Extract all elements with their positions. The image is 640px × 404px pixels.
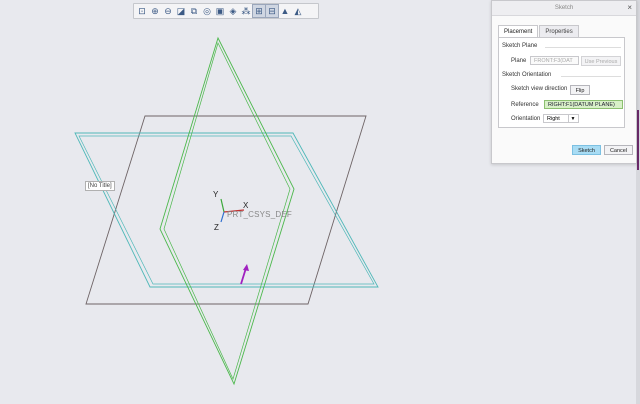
chevron-down-icon[interactable]: ▼: [568, 115, 577, 122]
dialog-title-bar[interactable]: Sketch ×: [492, 1, 636, 16]
sketch-dialog: Sketch × Placement Properties Sketch Pla…: [491, 0, 637, 164]
zoom-out-icon[interactable]: ⊖: [162, 5, 174, 17]
use-previous-button[interactable]: Use Previous: [581, 56, 621, 66]
csys-name-label: PRT_CSYS_DEF: [227, 210, 292, 219]
spin-center-icon[interactable]: ◭: [292, 5, 304, 17]
right-edge-accent: [637, 110, 639, 170]
repaint-icon[interactable]: ◪: [175, 5, 187, 17]
csys-z-axis: [220, 211, 225, 223]
sketch-button[interactable]: Sketch: [572, 145, 601, 155]
flip-button[interactable]: Flip: [570, 85, 590, 95]
dialog-title: Sketch: [554, 5, 574, 11]
view-direction-label: Sketch view direction: [511, 86, 568, 92]
csys-x-label: X: [243, 201, 249, 210]
cancel-button[interactable]: Cancel: [604, 145, 633, 155]
divider: [561, 76, 621, 77]
refit-icon[interactable]: ⊡: [136, 5, 148, 17]
plane-field[interactable]: FRONT:F3(DAT: [530, 56, 579, 65]
sketcher-display-icon[interactable]: ⊟: [265, 4, 279, 18]
reference-label: Reference: [511, 102, 539, 108]
display-style-icon[interactable]: ▣: [214, 5, 226, 17]
csys-z-label: Z: [214, 223, 219, 232]
no-title-label: [No Title]: [85, 181, 115, 191]
orientation-label: Orientation: [511, 116, 541, 122]
direction-arrow[interactable]: [240, 267, 247, 285]
view-toolbar: ⊡ ⊕ ⊖ ◪ ⧉ ◎ ▣ ◈ ⁂ ⊞ ⊟ ▲ ◭: [133, 3, 319, 19]
csys-y-label: Y: [213, 190, 219, 199]
placement-panel: Sketch Plane Plane FRONT:F3(DAT Use Prev…: [498, 37, 625, 128]
divider: [545, 47, 621, 48]
saved-views-icon[interactable]: ◎: [201, 5, 213, 17]
plane-label: Plane: [511, 58, 527, 64]
datum-plane-gray[interactable]: [85, 115, 367, 305]
direction-arrow-head: [243, 264, 249, 271]
orientation-select[interactable]: Right ▼: [543, 114, 579, 123]
zoom-in-icon[interactable]: ⊕: [149, 5, 161, 17]
csys-y-axis: [220, 198, 225, 213]
datum-display-icon[interactable]: ⁂: [240, 5, 252, 17]
annotation-icon[interactable]: ▲: [279, 5, 291, 17]
close-icon[interactable]: ×: [627, 1, 632, 15]
sketch-view-icon[interactable]: ⊞: [252, 4, 266, 18]
view-orient-icon[interactable]: ⧉: [188, 5, 200, 17]
orientation-value: Right: [547, 116, 560, 122]
sketch-plane-group-label: Sketch Plane: [502, 43, 538, 49]
reference-field[interactable]: RIGHT:F1(DATUM PLANE): [544, 100, 623, 109]
view-manager-icon[interactable]: ◈: [227, 5, 239, 17]
orientation-group-label: Sketch Orientation: [502, 72, 552, 78]
